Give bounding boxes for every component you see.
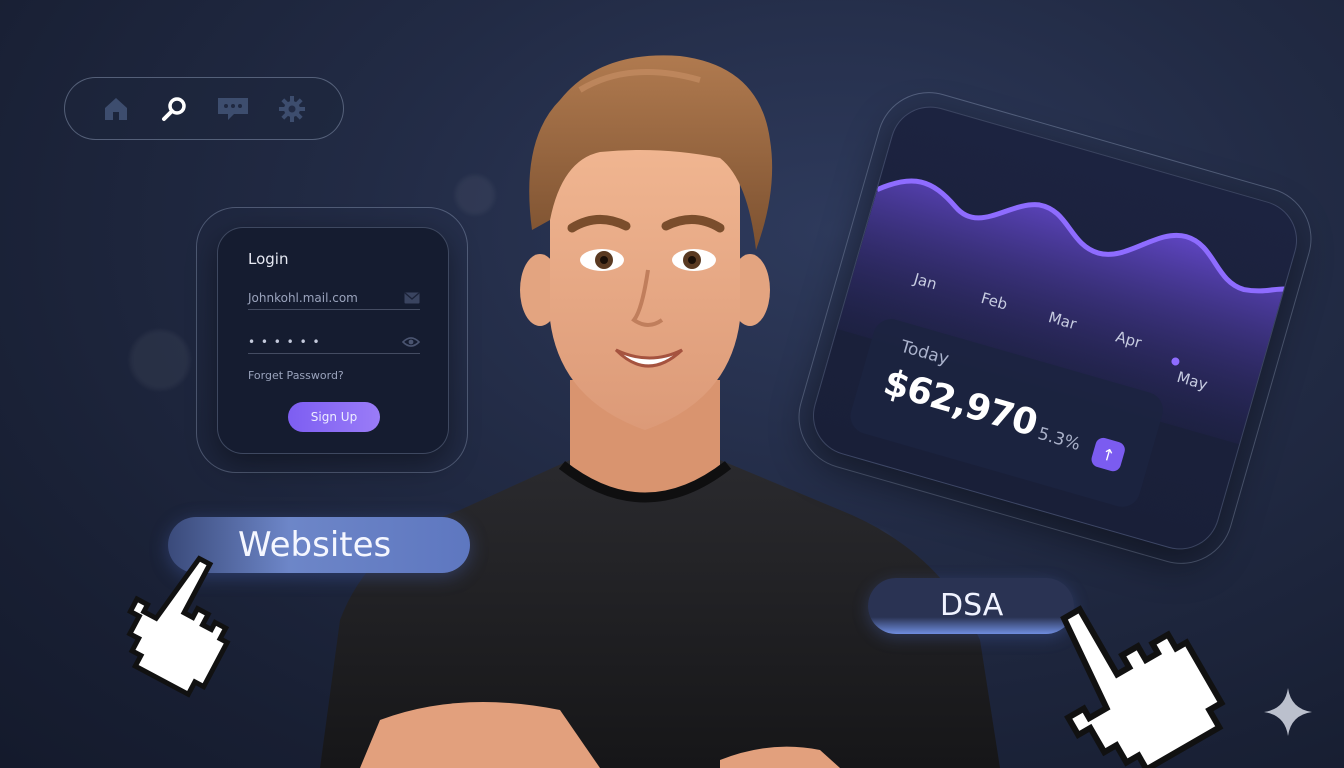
websites-label: Websites — [238, 525, 392, 565]
dsa-label: DSA — [940, 588, 1004, 623]
up-arrow-icon[interactable]: ↑ — [1089, 436, 1127, 474]
today-amount: $62,970 — [878, 361, 1042, 445]
change-percent: 5.3% — [1035, 423, 1083, 455]
bokeh — [130, 330, 190, 390]
login-title: Login — [248, 250, 289, 268]
hand-cursor-icon — [126, 555, 231, 698]
home-icon[interactable] — [98, 91, 134, 127]
hand-cursor-icon — [1060, 605, 1226, 768]
today-label: Today — [898, 336, 952, 370]
sparkle-icon — [1264, 688, 1312, 736]
search-icon[interactable] — [157, 91, 193, 127]
chat-icon[interactable] — [215, 91, 251, 127]
